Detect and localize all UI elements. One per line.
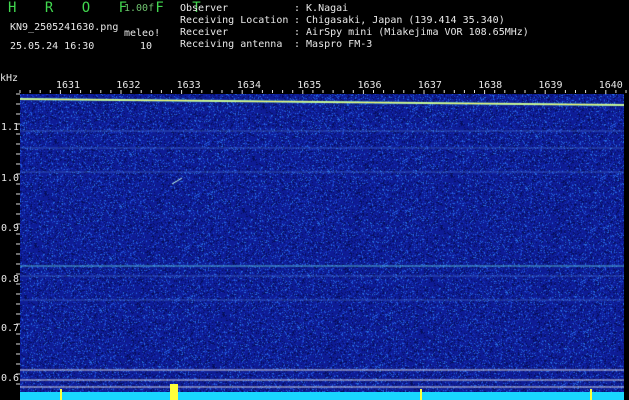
time-tick-label: 1638	[478, 80, 503, 91]
time-tick-label: 1635	[297, 80, 322, 91]
meta-value: : Maspro FM-3	[294, 39, 373, 50]
app-version: 1.00f	[124, 3, 155, 14]
time-tick-label: 1639	[538, 80, 563, 91]
meta-label: Receiver	[180, 27, 229, 38]
freq-tick-label: 0.9	[1, 223, 20, 234]
signal-baseline	[20, 392, 624, 400]
meta-value: : Chigasaki, Japan (139.414 35.340)	[294, 15, 505, 26]
freq-tick-label: 0.7	[1, 323, 20, 334]
time-tick-label: 1631	[56, 80, 81, 91]
meta-label: Observer	[180, 3, 229, 14]
meta-label: Receiving antenna	[180, 39, 283, 50]
meta-row-location: Receiving Location : Chigasaki, Japan (13…	[180, 15, 529, 27]
time-tick-label: 1633	[176, 80, 201, 91]
time-tick-label: 1634	[236, 80, 261, 91]
meleo-label: meleo!	[124, 28, 161, 39]
meta-row-receiver: Receiver : AirSpy mini (Miakejima VOR 108…	[180, 27, 529, 39]
metadata-block: Observer : K.Nagai Receiving Location : Ch…	[180, 3, 529, 51]
header-panel: H R O F F T 1.00f KN9_2505241630.png 25.…	[0, 0, 629, 72]
file-name: KN9_2505241630.png	[10, 22, 119, 33]
meta-row-antenna: Receiving antenna : Maspro FM-3	[180, 39, 529, 51]
spectrogram-plot	[20, 94, 624, 392]
time-tick-label: 1637	[417, 80, 442, 91]
time-tick-label: 1636	[357, 80, 382, 91]
meta-value: : K.Nagai	[294, 3, 349, 14]
freq-tick-label: 1.1	[1, 122, 20, 133]
spectrogram-canvas	[20, 94, 624, 392]
time-tick-label: 1640	[598, 80, 623, 91]
meta-row-observer: Observer : K.Nagai	[180, 3, 529, 15]
freq-tick-label: 0.8	[1, 274, 20, 285]
time-tick-label: 1632	[116, 80, 141, 91]
meta-label: Receiving Location	[180, 15, 289, 26]
date-time: 25.05.24 16:30	[10, 41, 95, 52]
meta-value: : AirSpy mini (Miakejima VOR 108.65MHz)	[294, 27, 529, 38]
freq-tick-label: 1.0	[1, 173, 20, 184]
meleo-value: 10	[140, 41, 153, 52]
freq-tick-label: 0.6	[1, 373, 20, 384]
y-axis-unit: kHz	[0, 73, 19, 84]
